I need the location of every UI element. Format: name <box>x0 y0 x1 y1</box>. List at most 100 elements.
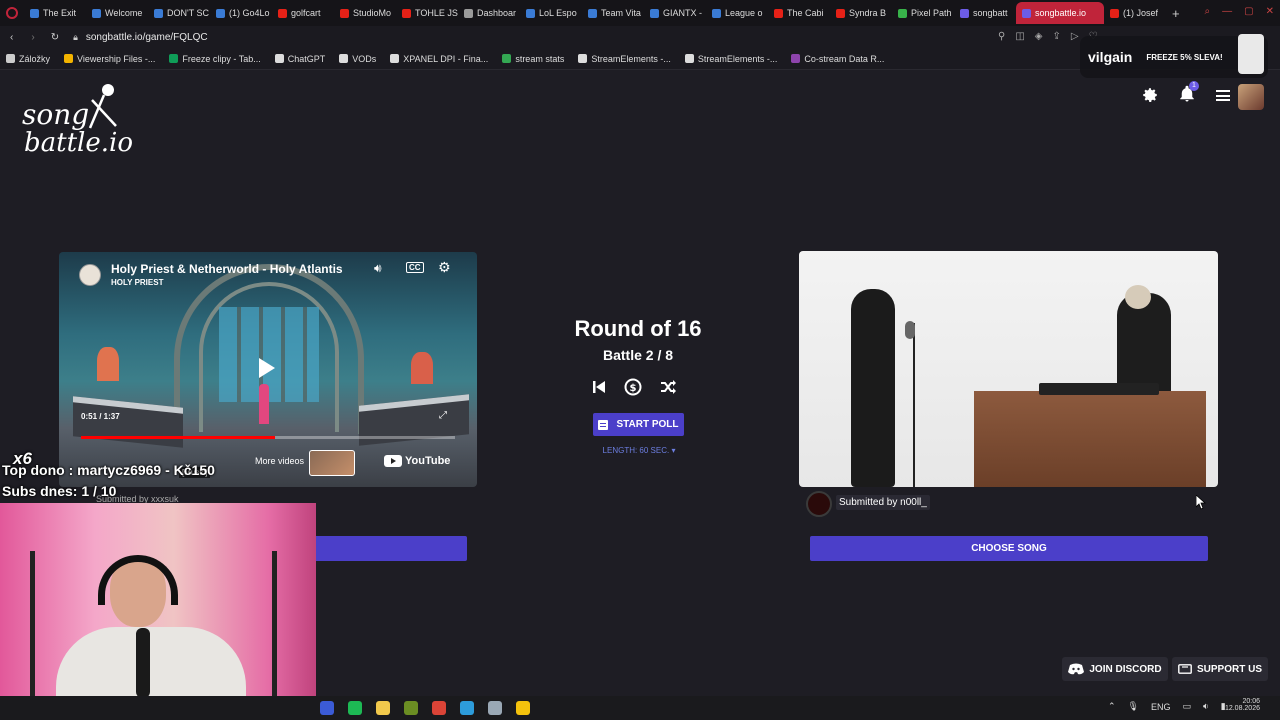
taskbar-app-icon[interactable] <box>432 701 446 715</box>
speaker-icon[interactable]: 🔉︎ <box>1203 701 1209 712</box>
bookmark-favicon-icon <box>339 54 349 63</box>
bookmark-item[interactable]: Viewership Files -... <box>64 54 155 64</box>
language-indicator[interactable]: ENG <box>1151 702 1171 712</box>
left-youtube-player[interactable]: Holy Priest & Netherworld - Holy Atlanti… <box>59 252 477 487</box>
tab-favicon-icon <box>836 8 845 18</box>
channel-name[interactable]: HOLY PRIEST <box>111 278 163 287</box>
taskbar-app-icon[interactable] <box>320 701 334 715</box>
start-poll-button[interactable]: START POLL <box>593 413 684 436</box>
close-icon[interactable]: ✕ <box>1266 6 1274 17</box>
window-grid <box>219 307 319 402</box>
browser-tab[interactable]: StudioMo <box>334 2 396 24</box>
share-icon[interactable]: ⇪ <box>1052 31 1060 42</box>
right-video-player[interactable] <box>799 251 1218 487</box>
minimize-icon[interactable]: — <box>1222 6 1232 17</box>
bookmark-item[interactable]: Freeze clipy - Tab... <box>169 54 261 64</box>
play-icon[interactable]: ▷ <box>1071 31 1079 42</box>
new-tab-button[interactable]: + <box>1172 6 1180 21</box>
browser-tab[interactable]: Pixel Path <box>892 2 954 24</box>
browser-tab[interactable]: (1) Josef <box>1104 2 1166 24</box>
url-field[interactable]: songbattle.io/game/FQLQC <box>86 32 208 43</box>
more-videos-thumbnail[interactable] <box>309 450 355 476</box>
tab-label: LoL Espo <box>539 8 577 18</box>
reload-icon[interactable]: ↻ <box>51 32 59 43</box>
coral-left <box>97 347 119 381</box>
singer-figure <box>851 289 895 487</box>
shuffle-icon[interactable] <box>660 380 676 394</box>
avatar[interactable] <box>1238 84 1264 110</box>
mic-stand <box>913 323 915 487</box>
dj-equipment <box>1039 383 1159 395</box>
browser-tab[interactable]: The Cabi <box>768 2 830 24</box>
network-icon[interactable]: ▭ <box>1183 701 1192 712</box>
browser-tab[interactable]: LoL Espo <box>520 2 582 24</box>
play-button[interactable] <box>259 358 275 378</box>
channel-avatar[interactable] <box>79 264 101 286</box>
volume-icon[interactable]: 🔊︎ <box>374 261 382 276</box>
browser-tab[interactable]: League o <box>706 2 768 24</box>
taskbar-app-icon[interactable] <box>404 701 418 715</box>
browser-tab[interactable]: (1) Go4Lo <box>210 2 272 24</box>
poll-length-select[interactable]: LENGTH: 60 SEC. ▾ <box>594 446 684 455</box>
taskbar-app-icon[interactable] <box>348 701 362 715</box>
player-settings-icon[interactable]: ⚙︎ <box>438 259 451 276</box>
back-icon[interactable]: ‹ <box>10 32 13 43</box>
progress-track[interactable] <box>81 436 455 439</box>
fullscreen-icon[interactable]: ⤢ <box>439 410 447 421</box>
bookmark-item[interactable]: ChatGPT <box>274 53 326 64</box>
browser-tab[interactable]: The Exit <box>24 2 86 24</box>
browser-tab[interactable]: DON'T SC <box>148 2 210 24</box>
video-title[interactable]: Holy Priest & Netherworld - Holy Atlanti… <box>111 262 355 276</box>
maximize-icon[interactable]: ▢ <box>1244 6 1253 17</box>
forward-icon[interactable]: › <box>31 32 34 43</box>
pin-icon[interactable]: ⚲ <box>998 31 1005 42</box>
browser-tab[interactable]: Syndra B <box>830 2 892 24</box>
search-tabs-icon[interactable]: ⌕ <box>1205 6 1211 17</box>
support-us-button[interactable]: SUPPORT US <box>1172 657 1268 681</box>
bookmark-label: XPANEL DPI - Fina... <box>403 53 489 64</box>
bookmark-item[interactable]: StreamElements -... <box>578 54 671 64</box>
bookmark-label: ChatGPT <box>287 53 326 64</box>
browser-tab[interactable]: GIANTX - <box>644 2 706 24</box>
taskbar-app-icon[interactable] <box>460 701 474 715</box>
browser-menu-icon[interactable] <box>6 7 18 19</box>
bookmark-item[interactable]: Záložky <box>6 54 50 64</box>
microphone-icon[interactable]: 🎙︎ <box>1128 701 1139 712</box>
captions-icon[interactable]: CC <box>406 262 424 273</box>
browser-tab[interactable]: songbatt <box>954 2 1016 24</box>
browser-tab[interactable]: Welcome <box>86 2 148 24</box>
screenshot-icon[interactable]: ◫ <box>1015 31 1024 42</box>
previous-battle-icon[interactable] <box>592 380 606 394</box>
settings-gear-icon[interactable] <box>1141 86 1159 104</box>
shield-icon[interactable]: ◈ <box>1035 31 1043 42</box>
taskbar-app-icon[interactable] <box>516 701 530 715</box>
bookmark-item[interactable]: stream stats <box>502 54 564 64</box>
bookmark-item[interactable]: XPANEL DPI - Fina... <box>390 54 488 64</box>
menu-icon[interactable] <box>1216 90 1230 101</box>
tab-label: GIANTX - <box>663 8 703 18</box>
bookmark-item[interactable]: Co-stream Data R... <box>791 54 884 64</box>
right-choose-song-button[interactable]: CHOOSE SONG <box>810 536 1208 561</box>
bookmark-label: Záložky <box>19 53 51 64</box>
taskbar-app-icon[interactable] <box>376 701 390 715</box>
notification-badge: 1 <box>1189 81 1199 91</box>
browser-tab[interactable]: songbattle.io <box>1016 2 1104 24</box>
browser-tab[interactable]: Team Vita <box>582 2 644 24</box>
notifications[interactable]: 1 <box>1178 81 1199 105</box>
join-discord-button[interactable]: JOIN DISCORD <box>1062 657 1168 681</box>
vote-money-icon[interactable]: $ <box>624 378 642 396</box>
support-us-label: SUPPORT US <box>1196 663 1262 675</box>
site-info-icon[interactable]: 🔒︎ <box>73 32 78 43</box>
youtube-logo[interactable]: YouTube <box>384 455 450 467</box>
taskbar-app-icon[interactable] <box>488 701 502 715</box>
songbattle-logo[interactable]: song battle.io <box>20 82 140 162</box>
browser-tab[interactable]: Dashboar <box>458 2 520 24</box>
browser-tab[interactable]: golfcart <box>272 2 334 24</box>
more-videos-label[interactable]: More videos <box>255 456 304 466</box>
tray-expand-icon[interactable]: ⌃ <box>1108 701 1116 712</box>
browser-tab[interactable]: TOHLE JS <box>396 2 458 24</box>
bookmark-item[interactable]: StreamElements -... <box>684 54 777 64</box>
clock[interactable]: 20:06 12.08.2026 <box>1224 698 1260 712</box>
bookmark-item[interactable]: VODs <box>339 54 376 64</box>
poll-list-icon <box>598 419 609 430</box>
